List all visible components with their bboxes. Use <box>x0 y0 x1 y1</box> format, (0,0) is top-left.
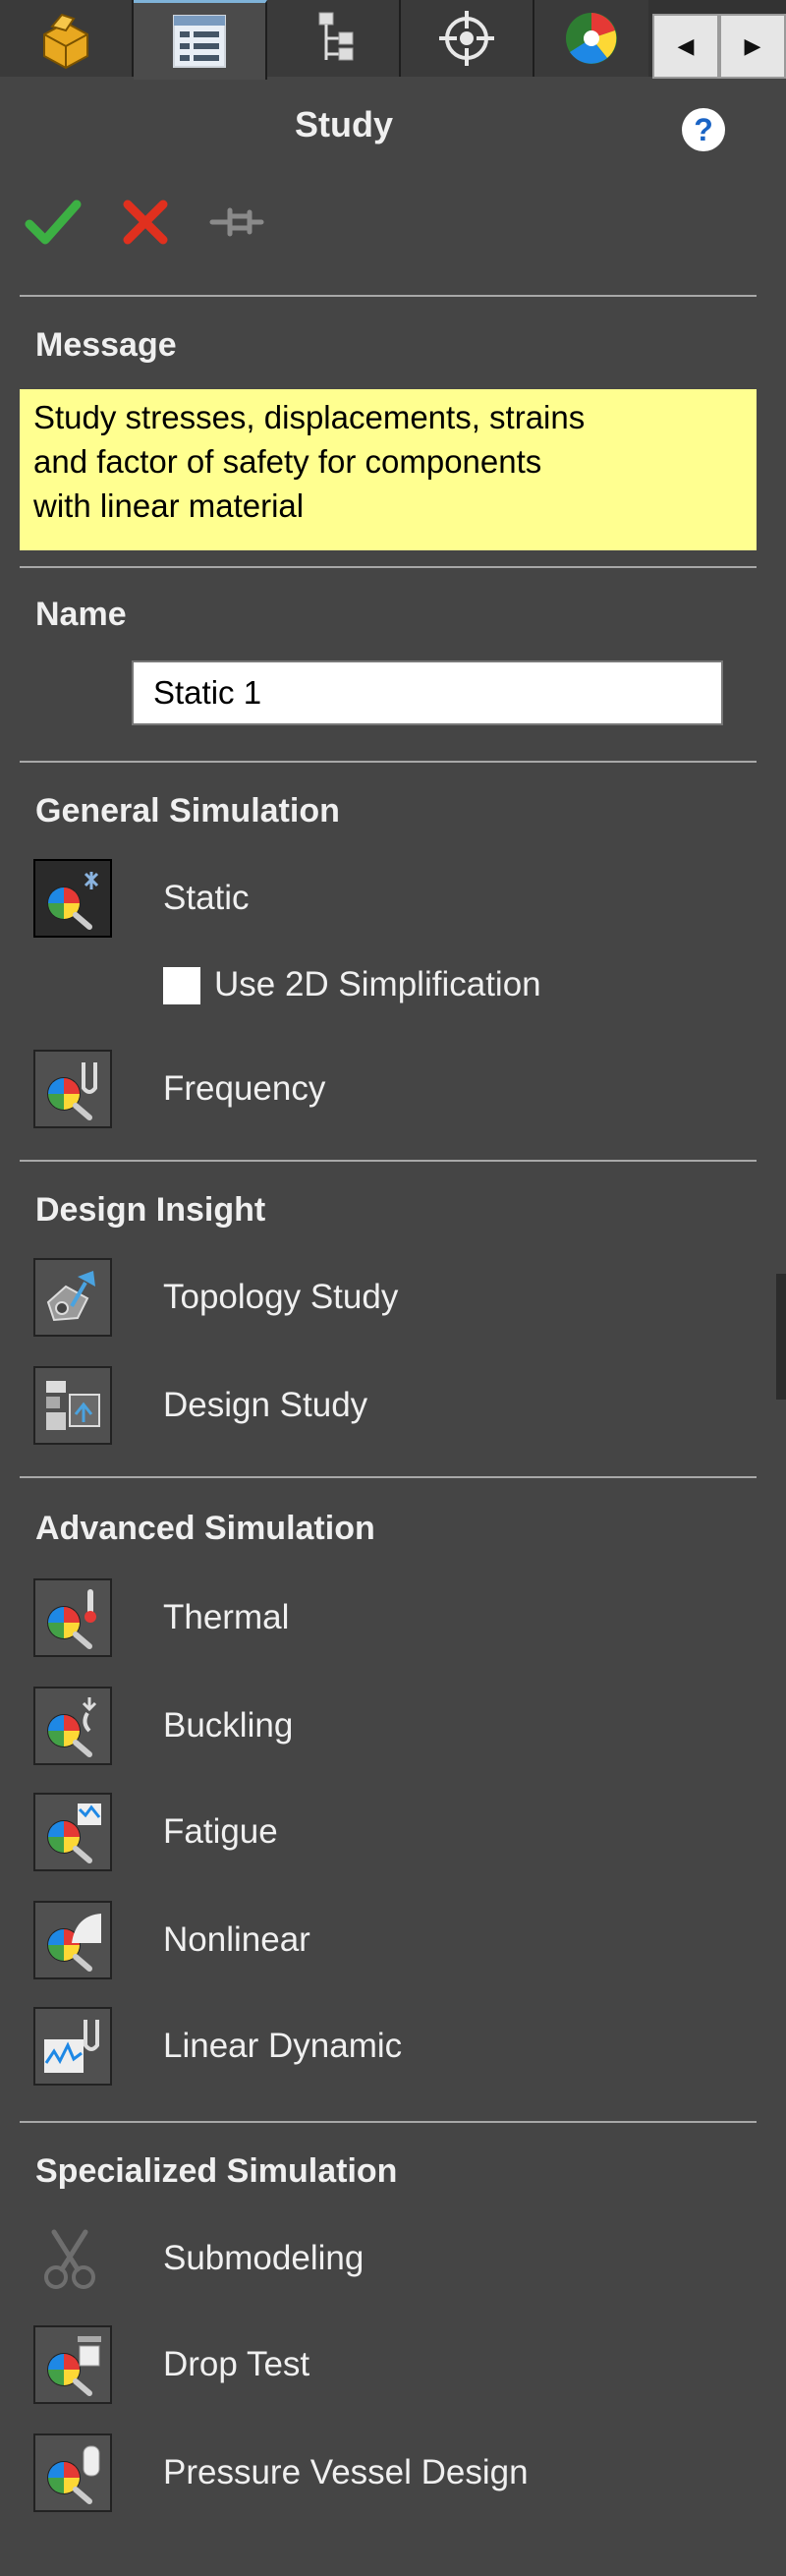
drop-test-label: Drop Test <box>163 2345 310 2383</box>
appearance-icon <box>566 13 617 64</box>
manager-tab-strip: ◀ ▶ <box>0 0 786 80</box>
static-study-icon <box>33 859 112 938</box>
chevron-left-icon: ◀ <box>677 33 695 58</box>
part-icon <box>43 13 88 70</box>
study-name-input[interactable] <box>132 660 723 725</box>
divider <box>20 566 757 568</box>
study-type-frequency[interactable]: Frequency <box>33 1048 760 1130</box>
study-type-buckling[interactable]: Buckling <box>33 1685 760 1767</box>
divider <box>20 1160 757 1162</box>
tab-property-manager[interactable] <box>134 0 267 80</box>
specialized-simulation-heading: Specialized Simulation <box>35 2152 398 2190</box>
divider <box>20 1476 757 1478</box>
cancel-button[interactable] <box>116 193 175 252</box>
keep-visible-button[interactable] <box>206 193 265 252</box>
frequency-study-icon <box>33 1050 112 1128</box>
topology-study-icon <box>33 1258 112 1337</box>
tab-display-manager[interactable] <box>534 0 648 77</box>
study-type-fatigue[interactable]: Fatigue <box>33 1791 760 1873</box>
linear-dynamic-label: Linear Dynamic <box>163 2027 403 2065</box>
chevron-right-icon: ▶ <box>744 33 761 58</box>
buckling-label: Buckling <box>163 1706 294 1745</box>
study-property-manager: ◀ ▶ Study ? Message Study stresses, disp… <box>0 0 786 2576</box>
divider <box>20 761 757 763</box>
pushpin-icon <box>209 207 264 237</box>
divider <box>20 2121 757 2123</box>
thermal-label: Thermal <box>163 1598 290 1636</box>
scroll-right-button[interactable]: ▶ <box>719 14 786 79</box>
tab-scroll-buttons: ◀ ▶ <box>652 14 786 79</box>
nonlinear-label: Nonlinear <box>163 1920 310 1959</box>
tab-dimxpert-manager[interactable] <box>401 0 534 77</box>
general-simulation-heading: General Simulation <box>35 792 340 830</box>
panel-title: Study <box>294 104 393 144</box>
nonlinear-study-icon <box>33 1901 112 1979</box>
thermal-study-icon <box>33 1578 112 1657</box>
tab-feature-manager[interactable] <box>0 0 134 77</box>
study-type-topology[interactable]: Topology Study <box>33 1256 760 1339</box>
tab-configuration-manager[interactable] <box>267 0 401 77</box>
panel-resize-handle[interactable] <box>776 1274 786 1400</box>
scissors-icon <box>33 2219 112 2298</box>
study-type-design-study[interactable]: Design Study <box>33 1364 760 1447</box>
study-type-submodeling[interactable]: Submodeling <box>33 2217 760 2300</box>
close-icon <box>123 200 168 245</box>
study-type-pressure-vessel[interactable]: Pressure Vessel Design <box>33 2432 760 2514</box>
use-2d-simplification-checkbox[interactable] <box>163 967 200 1004</box>
name-heading: Name <box>35 596 127 633</box>
submodeling-label: Submodeling <box>163 2239 365 2277</box>
design-study-icon <box>33 1366 112 1445</box>
scroll-left-button[interactable]: ◀ <box>652 14 719 79</box>
design-study-label: Design Study <box>163 1386 368 1424</box>
buckling-study-icon <box>33 1687 112 1765</box>
study-type-nonlinear[interactable]: Nonlinear <box>33 1899 760 1981</box>
dimxpert-icon <box>439 11 494 66</box>
use-2d-simplification-label: Use 2D Simplification <box>214 965 541 1003</box>
linear-dynamic-study-icon <box>33 2007 112 2086</box>
study-type-static[interactable]: Static <box>33 857 760 940</box>
message-box: Study stresses, displacements, strains a… <box>20 389 757 550</box>
topology-study-label: Topology Study <box>163 1278 399 1316</box>
frequency-label: Frequency <box>163 1069 326 1108</box>
study-type-linear-dynamic[interactable]: Linear Dynamic <box>33 2005 760 2088</box>
drop-test-study-icon <box>33 2325 112 2404</box>
design-insight-heading: Design Insight <box>35 1191 266 1229</box>
property-manager-icon <box>173 15 226 68</box>
configuration-manager-icon <box>318 12 354 61</box>
message-heading: Message <box>35 326 177 364</box>
advanced-simulation-heading: Advanced Simulation <box>35 1510 375 1547</box>
pressure-vessel-label: Pressure Vessel Design <box>163 2453 529 2491</box>
study-type-drop-test[interactable]: Drop Test <box>33 2323 760 2406</box>
message-line: and factor of safety for components <box>33 443 542 480</box>
message-line: Study stresses, displacements, strains <box>33 399 586 435</box>
fatigue-study-icon <box>33 1793 112 1871</box>
static-label: Static <box>163 879 250 917</box>
ok-button[interactable] <box>24 193 83 252</box>
message-line: with linear material <box>33 487 305 524</box>
study-type-thermal[interactable]: Thermal <box>33 1576 760 1659</box>
divider <box>20 295 757 297</box>
checkmark-icon <box>25 200 82 245</box>
help-icon[interactable]: ? <box>682 108 725 151</box>
fatigue-label: Fatigue <box>163 1812 278 1851</box>
pressure-vessel-study-icon <box>33 2433 112 2512</box>
